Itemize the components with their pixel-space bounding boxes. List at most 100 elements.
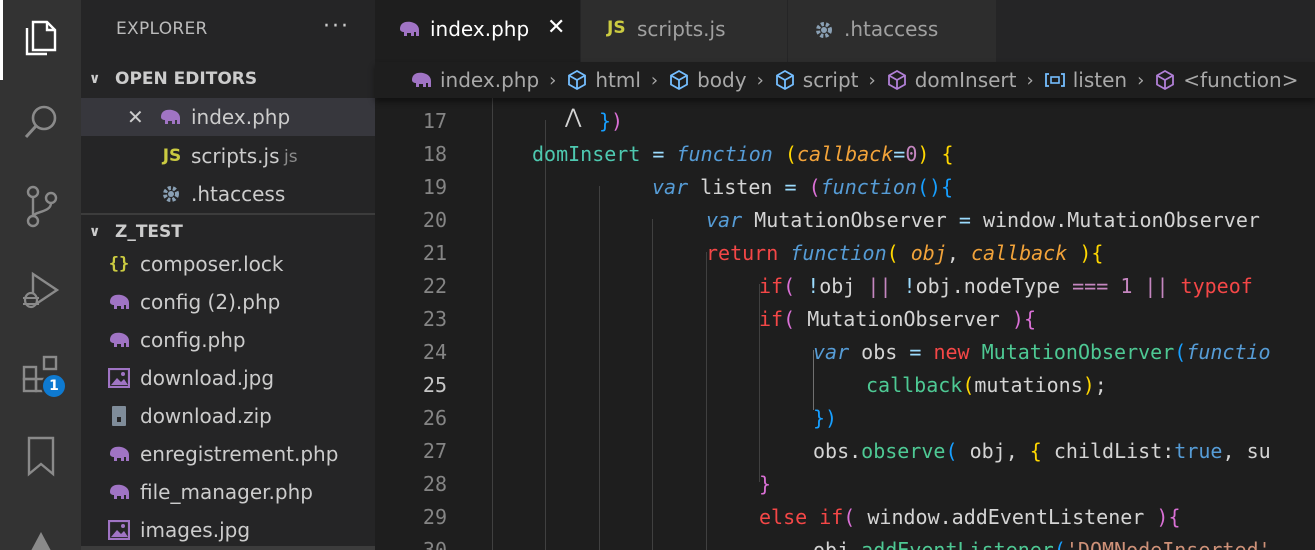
explorer-icon[interactable] <box>0 2 81 74</box>
open-editors-header[interactable]: ∨ OPEN EDITORS <box>81 63 375 95</box>
breadcrumb: index.php › html › body › script › domIn… <box>375 62 1315 98</box>
breadcrumb-item[interactable]: index.php <box>409 68 539 92</box>
js-icon: JS <box>607 18 626 38</box>
breadcrumb-item[interactable]: <function> <box>1154 68 1298 92</box>
code-line: }) <box>599 109 624 133</box>
code-line: else if( window.addEventListener ){ <box>759 505 1181 529</box>
cube-icon <box>775 69 794 91</box>
file-download-jpg[interactable]: download.jpg <box>81 359 375 397</box>
file-label: config.php <box>140 328 246 352</box>
close-editor-icon[interactable]: ✕ <box>127 105 144 129</box>
search-icon[interactable] <box>0 86 81 158</box>
line-number: 23 <box>422 307 447 331</box>
run-debug-icon[interactable] <box>0 254 81 326</box>
more-actions-icon[interactable]: ··· <box>323 14 350 39</box>
chevron-right-icon: › <box>756 69 764 91</box>
image-icon <box>107 368 131 388</box>
breadcrumb-item[interactable]: body <box>668 68 747 92</box>
indent-guide <box>652 219 653 550</box>
close-tab-icon[interactable]: ✕ <box>547 15 565 40</box>
explorer-title: EXPLORER <box>116 19 208 39</box>
open-editor-scripts-js[interactable]: JS scripts.js js <box>81 137 375 175</box>
breadcrumb-label: <function> <box>1183 68 1299 92</box>
breadcrumb-item[interactable]: script <box>774 68 859 92</box>
php-elephant-icon <box>397 19 421 43</box>
file-file-manager-php[interactable]: file_manager.php <box>81 473 375 511</box>
section-divider <box>81 213 375 215</box>
file-label: download.zip <box>140 404 272 428</box>
zip-icon <box>107 405 131 427</box>
file-label: download.jpg <box>140 366 275 390</box>
line-number: 29 <box>422 505 447 529</box>
line-number: 17 <box>422 109 447 133</box>
source-control-icon[interactable] <box>0 170 81 242</box>
breadcrumb-item[interactable]: domInsert <box>886 68 1017 92</box>
chevron-right-icon: › <box>1026 69 1034 91</box>
file-config-php[interactable]: config.php <box>81 321 375 359</box>
folder-label: Z_TEST <box>115 222 183 242</box>
chevron-right-icon: › <box>650 69 659 91</box>
tab-label: index.php <box>430 17 530 41</box>
tab-htaccess[interactable]: .htaccess <box>788 0 996 62</box>
tab-label: .htaccess <box>844 17 939 41</box>
file-images-jpg[interactable]: images.jpg <box>81 511 375 549</box>
php-elephant-icon <box>107 445 131 463</box>
file-download-zip[interactable]: download.zip <box>81 397 375 435</box>
bookmark-icon[interactable] <box>0 420 81 492</box>
editor-tab-bar: index.php ✕ JS scripts.js .htaccess <box>375 0 1315 62</box>
line-number: 27 <box>422 439 447 463</box>
breadcrumb-item[interactable]: listen <box>1044 68 1127 92</box>
file-enregistrement-php[interactable]: enregistrement.php <box>81 435 375 473</box>
activity-bar: 1 <box>0 0 81 550</box>
line-number: 19 <box>422 175 447 199</box>
php-elephant-icon <box>158 108 182 126</box>
open-editor-label: index.php <box>191 105 291 129</box>
open-editor-index-php[interactable]: ✕ index.php <box>81 98 375 136</box>
breadcrumb-label: body <box>697 68 747 92</box>
tab-index-php[interactable]: index.php ✕ <box>375 0 580 62</box>
code-line: callback(mutations); <box>866 373 1107 397</box>
chevron-down-icon: ∨ <box>89 71 101 87</box>
indent-guide <box>545 120 546 550</box>
file-label: enregistrement.php <box>140 442 339 466</box>
file-config-2-php[interactable]: config (2).php <box>81 283 375 321</box>
explorer-sidebar: EXPLORER ··· ∨ OPEN EDITORS ✕ index.php … <box>81 0 375 550</box>
breadcrumb-label: html <box>595 68 641 92</box>
variable-icon <box>1044 73 1065 87</box>
extensions-icon[interactable] <box>0 338 81 410</box>
open-editor-label: scripts.js <box>191 144 280 168</box>
breadcrumb-label: domInsert <box>914 68 1017 92</box>
code-line: var MutationObserver = window.MutationOb… <box>706 208 1260 232</box>
chevron-right-icon: › <box>868 69 876 91</box>
line-number: 28 <box>422 472 447 496</box>
line-number: 26 <box>422 406 447 430</box>
tab-scripts-js[interactable]: JS scripts.js <box>581 0 787 62</box>
code-editor[interactable]: ( ) 17 18 19 20 21 22 23 24 25 26 27 28 … <box>375 98 1315 550</box>
line-number: 18 <box>422 142 447 166</box>
code-line: if( !obj || !obj.nodeType === 1 || typeo… <box>759 274 1253 298</box>
breadcrumb-label: script <box>802 68 859 92</box>
cube-icon <box>568 69 587 91</box>
breadcrumb-item[interactable]: html <box>566 68 641 92</box>
code-line: var obs = new MutationObserver(functio <box>813 340 1271 364</box>
file-label: images.jpg <box>140 518 251 542</box>
indent-guide <box>492 98 493 550</box>
method-cube-icon <box>887 69 906 91</box>
line-number: 24 <box>422 340 447 364</box>
chevron-right-icon: › <box>549 69 557 91</box>
method-cube-icon <box>1156 69 1175 91</box>
azure-icon[interactable] <box>0 500 81 550</box>
code-line: } <box>759 472 772 496</box>
folder-header[interactable]: ∨ Z_TEST <box>81 216 375 248</box>
chevron-right-icon: › <box>1137 69 1145 91</box>
chevron-down-icon: ∨ <box>89 224 101 240</box>
file-composer-lock[interactable]: {} composer.lock <box>81 245 375 283</box>
open-editor-htaccess[interactable]: .htaccess <box>81 175 375 213</box>
open-editor-folder-hint: js <box>284 147 298 167</box>
cube-icon <box>670 69 689 91</box>
code-line: obj.addEventListener('DOMNodeInserted' <box>813 538 1271 550</box>
gear-icon <box>814 20 834 45</box>
file-label: config (2).php <box>140 290 281 314</box>
php-elephant-icon <box>107 293 131 311</box>
line-number-current: 25 <box>422 373 447 397</box>
